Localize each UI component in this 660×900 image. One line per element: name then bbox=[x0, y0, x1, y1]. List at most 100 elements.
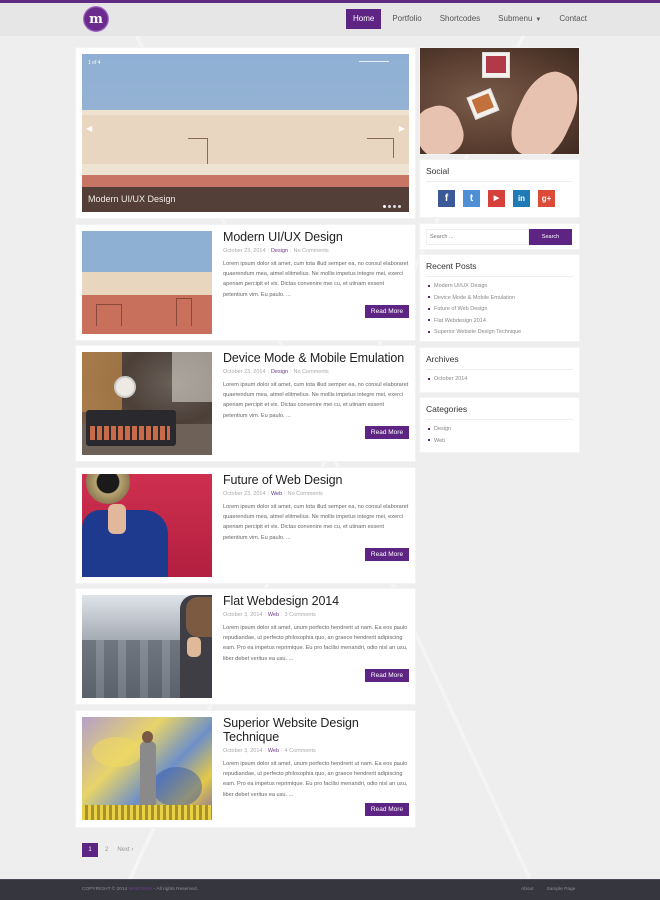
search-button[interactable]: Search bbox=[529, 229, 572, 245]
post-card: Flat Webdesign 2014 October 3, 2014 | Web |… bbox=[76, 589, 415, 704]
next-page-link[interactable]: Next › bbox=[117, 847, 133, 853]
nav-item-contact[interactable]: Contact bbox=[550, 9, 596, 29]
recent-post-link[interactable]: Future of Web Design bbox=[428, 304, 573, 316]
nav-item-home[interactable]: Home bbox=[346, 9, 382, 29]
category-link[interactable]: Design bbox=[428, 424, 573, 436]
facebook-icon[interactable]: f bbox=[438, 190, 455, 207]
post-comments[interactable]: No Comments bbox=[294, 248, 329, 254]
post-card: Device Mode & Mobile Emulation October 2… bbox=[76, 346, 415, 461]
post-thumbnail[interactable] bbox=[82, 595, 212, 698]
site-header: m Home Portfolio Shortcodes Submenu ▼ Con… bbox=[0, 3, 660, 36]
youtube-icon[interactable]: ▶ bbox=[488, 190, 505, 207]
nav-item-submenu[interactable]: Submenu ▼ bbox=[489, 9, 550, 29]
post-meta: October 23, 2014 | Design | No Comments bbox=[223, 369, 409, 375]
recent-posts-widget: Recent Posts Modern UI/UX Design Device … bbox=[420, 255, 579, 341]
post-comments[interactable]: 4 Comments bbox=[285, 748, 316, 754]
nav-item-shortcodes[interactable]: Shortcodes bbox=[431, 9, 489, 29]
footer-link-about[interactable]: About bbox=[521, 887, 534, 892]
search-input[interactable] bbox=[426, 229, 529, 245]
post-category[interactable]: Web bbox=[268, 748, 279, 754]
slider-image[interactable]: 1 of 4 ◀ ▶ Modern UI/UX Design bbox=[82, 54, 409, 212]
post-title[interactable]: Superior Website Design Technique bbox=[223, 716, 409, 745]
post-category[interactable]: Web bbox=[268, 612, 279, 618]
thumb-dial bbox=[114, 376, 136, 398]
prev-slide-icon[interactable]: ◀ bbox=[86, 124, 92, 133]
google-plus-icon[interactable]: g+ bbox=[538, 190, 555, 207]
recent-post-link[interactable]: Device Mode & Mobile Emulation bbox=[428, 293, 573, 305]
meta-separator: | bbox=[264, 611, 266, 618]
read-more-button[interactable]: Read More bbox=[365, 305, 409, 318]
post-category[interactable]: Design bbox=[271, 369, 288, 375]
post-thumbnail[interactable] bbox=[82, 717, 212, 820]
slide-wall-red bbox=[82, 175, 409, 187]
linkedin-icon[interactable]: in bbox=[513, 190, 530, 207]
nav-item-portfolio[interactable]: Portfolio bbox=[383, 9, 430, 29]
slide-dot[interactable] bbox=[393, 205, 396, 208]
post-comments[interactable]: No Comments bbox=[288, 491, 323, 497]
thumb-keys bbox=[90, 426, 170, 440]
thumb-face bbox=[187, 637, 201, 657]
post-title[interactable]: Device Mode & Mobile Emulation bbox=[223, 351, 409, 366]
post-title[interactable]: Flat Webdesign 2014 bbox=[223, 594, 409, 609]
social-widget: Social f t ▶ in g+ bbox=[420, 160, 579, 217]
post-excerpt: Lorem ipsum dolor sit amet, unum perfect… bbox=[223, 624, 408, 662]
meta-separator: | bbox=[284, 490, 286, 497]
search-widget: Search bbox=[420, 224, 579, 249]
meta-separator: | bbox=[281, 611, 283, 618]
post-card: Superior Website Design Technique Octobe… bbox=[76, 711, 415, 827]
chevron-down-icon: ▼ bbox=[535, 17, 542, 23]
recent-post-link[interactable]: Flat Webdesign 2014 bbox=[428, 316, 573, 328]
post-date: October 23, 2014 bbox=[223, 368, 266, 375]
post-title[interactable]: Modern UI/UX Design bbox=[223, 230, 409, 245]
slide-caption[interactable]: Modern UI/UX Design bbox=[82, 187, 409, 212]
site-logo[interactable]: m bbox=[83, 6, 109, 32]
read-more-button[interactable]: Read More bbox=[365, 669, 409, 682]
site-footer: COPYRIGHT © 2014 MAKOSUA - All rights Re… bbox=[0, 879, 660, 900]
post-title[interactable]: Future of Web Design bbox=[223, 473, 409, 488]
post-category[interactable]: Web bbox=[271, 491, 282, 497]
read-more-button[interactable]: Read More bbox=[365, 803, 409, 816]
post-thumbnail[interactable] bbox=[82, 352, 212, 455]
read-more-button[interactable]: Read More bbox=[365, 548, 409, 561]
copyright-prefix: COPYRIGHT © 2014 bbox=[82, 887, 129, 892]
slide-dot[interactable] bbox=[398, 205, 401, 208]
recent-post-link[interactable]: Modern UI/UX Design bbox=[428, 281, 573, 293]
recent-posts-list: Modern UI/UX Design Device Mode & Mobile… bbox=[420, 277, 579, 339]
meta-separator: | bbox=[264, 747, 266, 754]
post-comments[interactable]: No Comments bbox=[294, 369, 329, 375]
read-more-button[interactable]: Read More bbox=[365, 426, 409, 439]
post-excerpt: Lorem ipsum dolor sit amet, cum tota ill… bbox=[223, 503, 409, 541]
photo-hand bbox=[501, 62, 579, 154]
post-body: Superior Website Design Technique Octobe… bbox=[223, 716, 409, 800]
post-meta: October 23, 2014 | Web | No Comments bbox=[223, 491, 409, 497]
post-meta: October 3, 2014 | Web | 4 Comments bbox=[223, 748, 409, 754]
page-1-button[interactable]: 1 bbox=[82, 843, 98, 857]
meta-separator: | bbox=[267, 368, 269, 375]
meta-separator: | bbox=[267, 247, 269, 254]
post-comments[interactable]: 3 Comments bbox=[285, 612, 316, 618]
twitter-icon[interactable]: t bbox=[463, 190, 480, 207]
footer-link-sample-page[interactable]: Sample Page bbox=[547, 887, 576, 892]
post-body: Device Mode & Mobile Emulation October 2… bbox=[223, 351, 409, 421]
footer-nav: About Sample Page bbox=[521, 887, 575, 892]
post-category[interactable]: Design bbox=[271, 248, 288, 254]
thumb-head bbox=[186, 597, 212, 637]
widget-title: Archives bbox=[426, 354, 459, 364]
slide-dot[interactable] bbox=[383, 205, 386, 208]
widget-title: Categories bbox=[426, 404, 468, 414]
post-thumbnail[interactable] bbox=[82, 474, 212, 577]
copyright-text: COPYRIGHT © 2014 MAKOSUA - All rights Re… bbox=[82, 887, 198, 892]
meta-separator: | bbox=[267, 490, 269, 497]
post-date: October 3, 2014 bbox=[223, 611, 263, 618]
footer-brand-link[interactable]: MAKOSUA bbox=[129, 887, 153, 892]
next-slide-icon[interactable]: ▶ bbox=[399, 124, 405, 133]
recent-post-link[interactable]: Superior Website Design Technique bbox=[428, 327, 573, 339]
post-excerpt: Lorem ipsum dolor sit amet, unum perfect… bbox=[223, 760, 408, 798]
post-thumbnail[interactable] bbox=[82, 231, 212, 334]
archive-link[interactable]: October 2014 bbox=[428, 374, 573, 386]
page-2-button[interactable]: 2 bbox=[105, 847, 108, 853]
widget-title: Social bbox=[426, 166, 450, 176]
category-link[interactable]: Web bbox=[428, 436, 573, 448]
thumb-graffiti bbox=[92, 737, 142, 767]
slide-dot[interactable] bbox=[388, 205, 391, 208]
